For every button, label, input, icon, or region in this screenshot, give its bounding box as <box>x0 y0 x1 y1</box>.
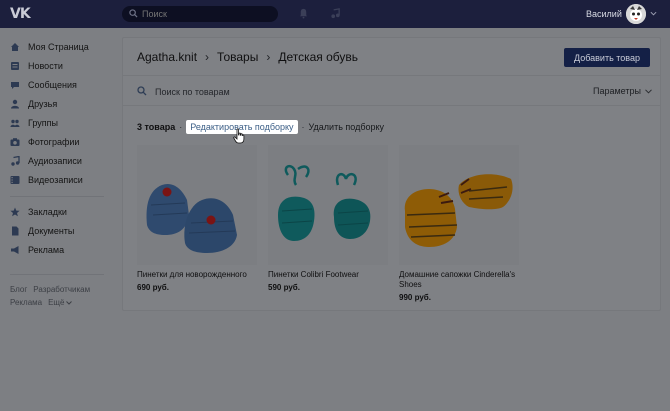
avatar-image <box>626 4 646 24</box>
product-price: 690 руб. <box>137 283 169 292</box>
footer-link-ads[interactable]: Реклама <box>10 298 42 307</box>
sidebar-item-friends[interactable]: Друзья <box>10 96 114 112</box>
global-search-input[interactable] <box>142 7 272 21</box>
chevron-down-icon <box>645 88 652 94</box>
sidebar-footer-row-1: Блог Разработчикам <box>10 285 96 294</box>
market-album-card: Agatha.knit › Товары › Детская обувь Доб… <box>122 37 661 311</box>
footer-more-label: Ещё <box>48 298 65 307</box>
sidebar-item-news[interactable]: Новости <box>10 58 114 74</box>
sidebar-item-label: Новости <box>28 61 63 71</box>
document-icon <box>12 226 19 236</box>
product-name[interactable]: Пинетки для новорожденного <box>137 270 261 280</box>
messages-icon <box>11 82 19 89</box>
product-image[interactable] <box>137 145 257 265</box>
sidebar-item-label: Моя Страница <box>28 42 89 52</box>
friend-icon <box>11 99 19 109</box>
separator-dot: · <box>179 122 183 132</box>
sidebar-item-videos[interactable]: Видеозаписи <box>10 172 114 188</box>
top-header: VK Василий <box>0 0 670 28</box>
product-photo-booties-blue <box>137 145 257 265</box>
star-icon <box>10 207 20 217</box>
sidebar-item-label: Фотографии <box>28 137 80 147</box>
product-price: 590 руб. <box>268 283 300 292</box>
video-icon <box>10 176 20 184</box>
product-image[interactable] <box>268 145 388 265</box>
params-label: Параметры <box>593 86 641 96</box>
product-name[interactable]: Пинетки Colibri Footwear <box>268 270 392 280</box>
sidebar-divider <box>10 274 104 275</box>
megaphone-icon <box>11 246 19 254</box>
chevron-down-icon <box>66 301 73 305</box>
sidebar-footer-row-2: Реклама Ещё <box>10 298 78 307</box>
sidebar-item-label: Группы <box>28 118 58 128</box>
vk-logo[interactable]: VK <box>10 6 34 22</box>
sidebar-item-messages[interactable]: Сообщения <box>10 77 114 93</box>
camera-icon <box>10 138 20 146</box>
sidebar-divider <box>10 196 104 197</box>
sidebar-item-label: Аудиозаписи <box>28 156 82 166</box>
product-count: 3 товара <box>137 122 176 132</box>
avatar[interactable] <box>626 4 646 24</box>
delete-album-link[interactable]: Удалить подборку <box>309 122 385 132</box>
sidebar-item-label: Закладки <box>28 207 67 217</box>
product-image[interactable] <box>399 145 519 265</box>
sidebar-item-label: Друзья <box>28 99 58 109</box>
sidebar-item-groups[interactable]: Группы <box>10 115 114 131</box>
breadcrumb: Agatha.knit › Товары › Детская обувь <box>137 50 358 64</box>
hand-cursor-icon <box>233 128 245 144</box>
params-dropdown[interactable]: Параметры <box>593 86 652 96</box>
sidebar-item-bookmarks[interactable]: Закладки <box>10 204 114 220</box>
footer-link-blog[interactable]: Блог <box>10 285 27 294</box>
product-search-bar: Параметры <box>123 77 660 106</box>
breadcrumb-current: Детская обувь <box>278 50 359 64</box>
sidebar: Моя Страница Новости Сообщения Друзья Гр… <box>0 28 112 411</box>
sidebar-item-my-page[interactable]: Моя Страница <box>10 39 114 55</box>
search-icon <box>137 86 147 96</box>
music-player-icon[interactable] <box>330 8 341 19</box>
product-photo-booties-teal <box>268 145 388 265</box>
sidebar-item-label: Документы <box>28 226 75 236</box>
breadcrumb-community[interactable]: Agatha.knit <box>137 50 197 64</box>
sidebar-item-photos[interactable]: Фотографии <box>10 134 114 150</box>
product-price: 990 руб. <box>399 293 431 302</box>
breadcrumb-products[interactable]: Товары <box>217 50 258 64</box>
groups-icon <box>10 119 20 127</box>
news-icon <box>11 62 19 70</box>
product-search-input[interactable] <box>155 84 455 99</box>
album-actions-row: 3 товара · Редактировать подборку · Удал… <box>137 120 384 134</box>
chevron-down-icon[interactable] <box>650 11 657 16</box>
separator-dot: · <box>301 122 305 132</box>
sidebar-item-audio[interactable]: Аудиозаписи <box>10 153 114 169</box>
card-header: Agatha.knit › Товары › Детская обувь Доб… <box>123 38 660 76</box>
footer-link-more[interactable]: Ещё <box>48 298 73 307</box>
sidebar-item-documents[interactable]: Документы <box>10 223 114 239</box>
add-product-button[interactable]: Добавить товар <box>564 48 650 67</box>
home-icon <box>11 43 19 51</box>
sidebar-item-label: Сообщения <box>28 80 77 90</box>
sidebar-item-ads[interactable]: Реклама <box>10 242 114 258</box>
user-name[interactable]: Василий <box>586 9 622 19</box>
footer-link-developers[interactable]: Разработчикам <box>33 285 90 294</box>
breadcrumb-separator: › <box>266 50 271 64</box>
product-photo-boots-orange <box>399 145 519 265</box>
global-search[interactable] <box>122 6 278 22</box>
sidebar-item-label: Реклама <box>28 245 65 255</box>
bell-icon[interactable] <box>298 8 309 19</box>
breadcrumb-separator: › <box>205 50 210 64</box>
product-name[interactable]: Домашние сапожки Cinderella's Shoes <box>399 270 523 290</box>
search-icon <box>129 9 138 18</box>
music-icon <box>11 156 20 166</box>
sidebar-item-label: Видеозаписи <box>28 175 83 185</box>
